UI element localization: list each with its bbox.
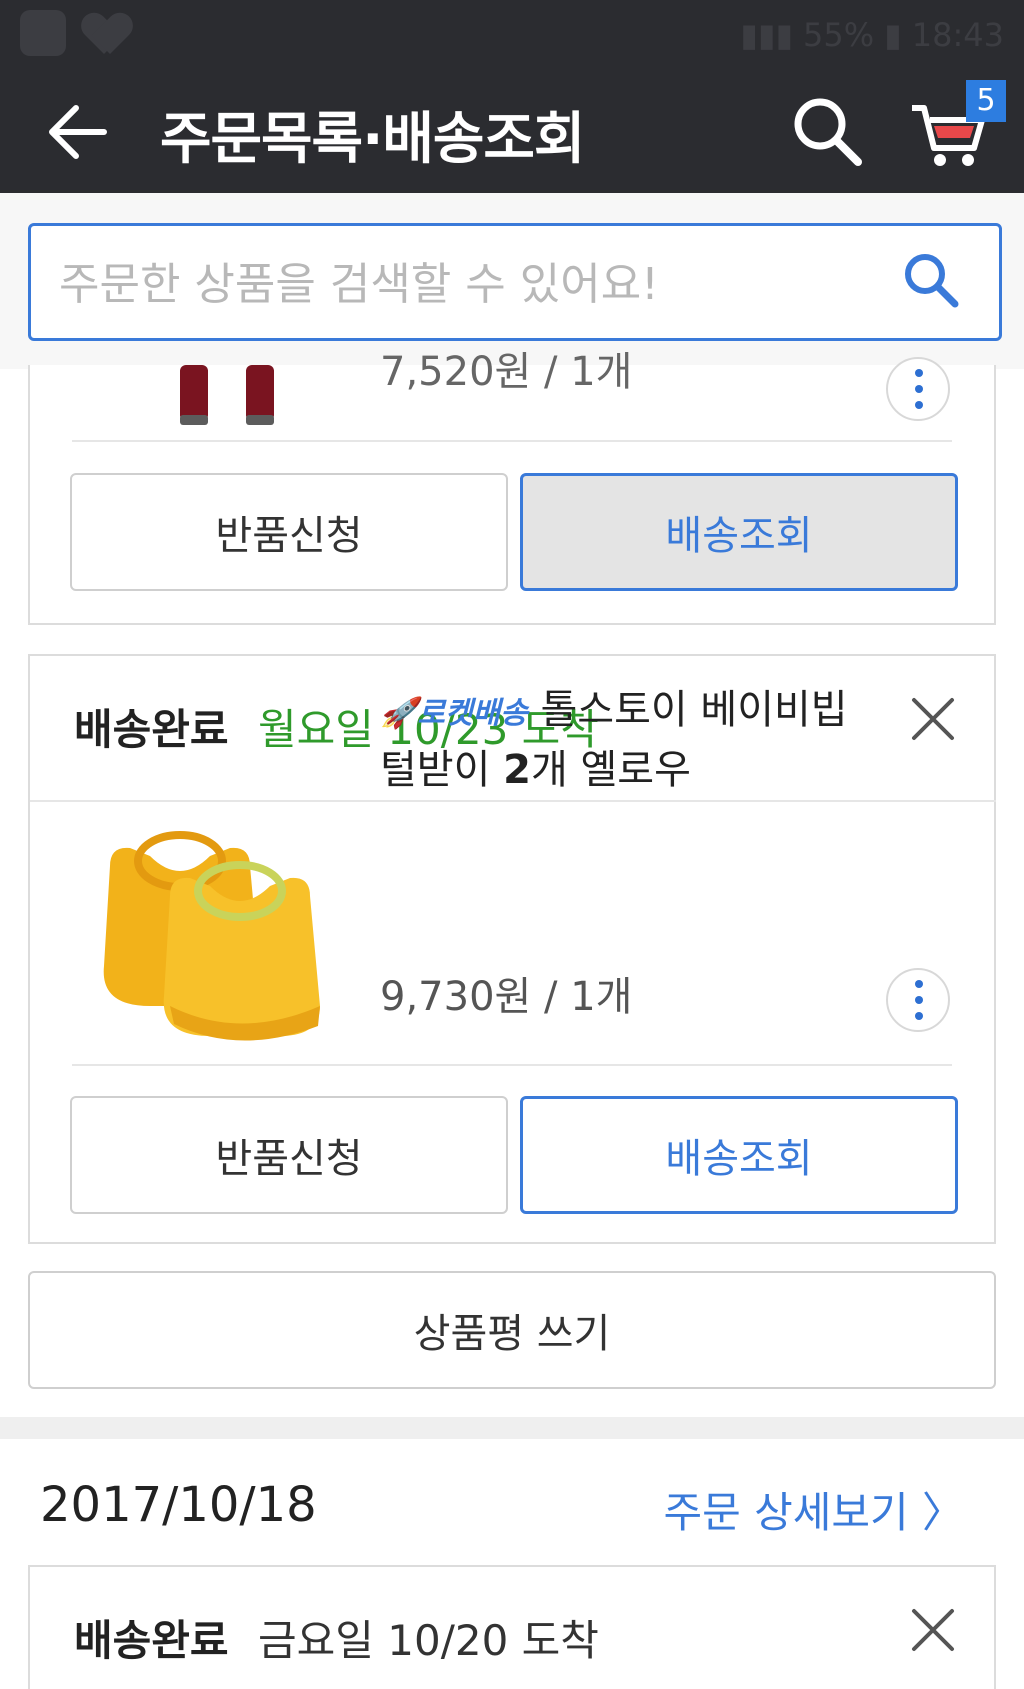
item-price: 7,520원 / 1개 <box>380 349 633 395</box>
heart-icon <box>84 10 130 56</box>
order-detail-link[interactable]: 주문 상세보기 〉 <box>663 1479 964 1540</box>
delivery-status: 배송완료 <box>74 705 229 754</box>
item-price: 9,730원 / 1개 <box>380 974 633 1020</box>
close-icon[interactable] <box>908 694 958 744</box>
order-item-card: 7,520원 / 1개 반품신청 배송조회 <box>28 349 996 625</box>
return-request-button[interactable]: 반품신청 <box>70 1096 508 1214</box>
search-box <box>28 223 1002 341</box>
order-item-card: 배송완료 월요일 10/23 도착 🚀로켓배송 톨스토이 베이비빕 털받이 2개… <box>28 654 996 1244</box>
battery-icon: ▮ <box>884 16 902 54</box>
close-icon[interactable] <box>908 1605 958 1655</box>
product-thumbnail[interactable] <box>140 365 310 429</box>
track-delivery-button[interactable]: 배송조회 <box>520 1096 958 1214</box>
clock: 18:43 <box>911 16 1004 54</box>
card-divider <box>72 1064 952 1066</box>
order-item-card: 배송완료 금요일 10/20 도착 <box>28 1565 996 1689</box>
card-divider <box>72 440 952 442</box>
track-delivery-button[interactable]: 배송조회 <box>520 473 958 591</box>
rocket-delivery-badge: 🚀로켓배송 <box>380 696 528 731</box>
order-group-panel: 2017/10/18 주문 상세보기 〉 배송완료 금요일 10/20 도착 <box>0 1439 1024 1689</box>
app-bar: 주문목록·배송조회 5 <box>0 72 1024 193</box>
app-notification-icon <box>20 10 66 56</box>
status-bar: ▮▮▮ 55% ▮ 18:43 <box>0 0 1024 72</box>
order-search-input[interactable] <box>59 254 879 314</box>
notification-icons <box>20 10 130 56</box>
signal-icon: ▮▮▮ <box>740 16 794 54</box>
battery-level: 55% <box>803 16 875 54</box>
delivery-status: 배송완료 <box>74 1616 229 1665</box>
page-title: 주문목록·배송조회 <box>160 107 585 172</box>
more-options-icon[interactable] <box>886 357 950 421</box>
product-thumbnail[interactable] <box>90 826 350 1046</box>
order-date: 2017/10/18 <box>40 1477 317 1533</box>
cart-count-badge: 5 <box>966 80 1006 122</box>
order-group-panel: 7,520원 / 1개 반품신청 배송조회 배송완료 월요일 10/23 도착 <box>0 349 1024 1417</box>
write-review-button[interactable]: 상품평 쓰기 <box>28 1271 996 1389</box>
search-submit-icon[interactable] <box>899 248 963 312</box>
return-request-button[interactable]: 반품신청 <box>70 473 508 591</box>
arrival-date: 금요일 10/20 도착 <box>258 1616 599 1665</box>
more-options-icon[interactable] <box>886 968 950 1032</box>
search-icon[interactable] <box>790 94 866 170</box>
card-divider <box>30 800 996 802</box>
product-name[interactable]: 🚀로켓배송 톨스토이 베이비빕 털받이 2개 옐로우 <box>380 682 900 798</box>
back-arrow-icon[interactable] <box>40 92 120 172</box>
status-indicators: ▮▮▮ 55% ▮ 18:43 <box>740 16 1004 54</box>
